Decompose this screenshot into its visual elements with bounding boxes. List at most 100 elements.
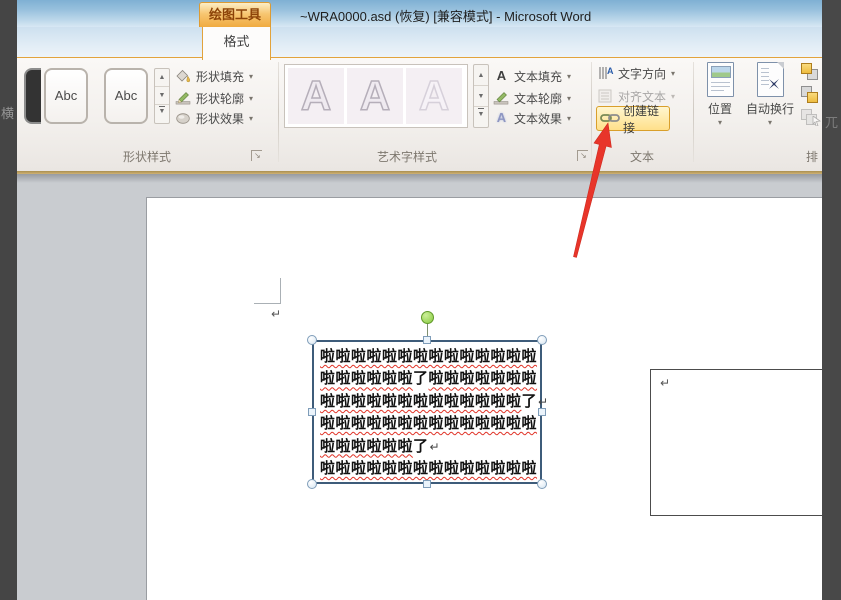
resize-handle-bottom-right[interactable] [537, 479, 547, 489]
textbox-text-run: 了 [521, 392, 538, 410]
desktop-edge-right: 兀 [822, 0, 841, 600]
document-area: ↵ 啦啦啦啦啦啦啦啦啦啦啦啦啦啦 啦啦啦啦啦啦了啦啦啦啦啦啦啦 啦啦啦啦啦啦啦啦啦啦… [17, 174, 825, 600]
dropdown-arrow-icon: ▾ [567, 71, 572, 81]
resize-handle-bottom-left[interactable] [307, 479, 317, 489]
empty-textbox[interactable]: ↵ [650, 369, 825, 516]
selection-pane-button[interactable] [798, 108, 824, 129]
position-icon [706, 62, 734, 97]
group-separator [693, 62, 694, 162]
wordart-gallery: A A A [284, 64, 468, 128]
group-label-shape-styles: 形状样式 [122, 150, 171, 164]
wrap-text-button[interactable]: 自动换行 ▾ [744, 62, 796, 127]
bring-forward-button[interactable] [798, 62, 824, 83]
shape-style-abc-2[interactable]: Abc [104, 68, 148, 124]
shape-effects-icon [175, 110, 192, 126]
align-text-icon [597, 88, 614, 104]
send-backward-button[interactable] [798, 85, 824, 106]
text-outline-button[interactable]: 文本轮廓 ▾ [493, 88, 571, 108]
svg-text:A: A [607, 66, 614, 76]
paragraph-mark: ↵ [271, 307, 282, 321]
group-separator [591, 62, 592, 162]
group-separator [278, 62, 279, 162]
group-label-wordart: 艺术字样式 [376, 150, 437, 164]
text-direction-button[interactable]: A 文字方向 ▾ [597, 63, 675, 83]
textbox-text-run: 啦啦啦啦啦啦 [320, 437, 414, 455]
textbox-line: 啦啦啦啦啦啦了↵ [320, 436, 542, 458]
wordart-gallery-scroll: ▲ ▼ ▼ [473, 64, 489, 128]
shape-fill-button[interactable]: 形状填充 ▾ [175, 66, 253, 86]
resize-handle-bottom[interactable] [423, 480, 431, 488]
resize-handle-left[interactable] [308, 408, 316, 416]
paragraph-mark: ↵ [660, 376, 671, 390]
textbox-text-run: 啦啦啦啦啦啦啦 [428, 370, 538, 388]
wordart-style-3[interactable]: A [406, 68, 462, 124]
background-glyph: 横 [1, 106, 15, 121]
create-link-button[interactable]: 创建链接 [596, 104, 670, 135]
dropdown-arrow-icon: ▾ [767, 118, 772, 127]
document-page[interactable]: ↵ 啦啦啦啦啦啦啦啦啦啦啦啦啦啦 啦啦啦啦啦啦了啦啦啦啦啦啦啦 啦啦啦啦啦啦啦啦啦啦… [146, 197, 825, 600]
shape-style-current-swatch[interactable] [24, 68, 41, 124]
ribbon-bottom-border [17, 171, 822, 174]
dropdown-arrow-icon: ▾ [567, 113, 572, 123]
dropdown-arrow-icon: ▾ [249, 93, 254, 103]
selected-textbox[interactable]: 啦啦啦啦啦啦啦啦啦啦啦啦啦啦 啦啦啦啦啦啦了啦啦啦啦啦啦啦 啦啦啦啦啦啦啦啦啦啦啦啦… [307, 311, 548, 489]
position-button[interactable]: 位置 ▾ [698, 62, 742, 127]
wordart-style-1[interactable]: A [288, 68, 344, 124]
background-glyph: 兀 [825, 115, 839, 130]
erased-watermark [593, 534, 773, 594]
textbox-text-run: 了 [413, 370, 429, 388]
ribbon-top-border [17, 57, 822, 58]
group-label-text: 文本 [629, 150, 654, 164]
gallery-up-arrow-icon[interactable]: ▲ [474, 65, 488, 86]
dropdown-arrow-icon: ▾ [671, 68, 676, 78]
word-window: { "window": { "title": "~WRA0000.asd (恢复… [0, 0, 841, 600]
window-title: ~WRA0000.asd (恢复) [兼容模式] - Microsoft Wor… [300, 9, 592, 24]
text-effects-icon: A [496, 110, 507, 125]
shape-outline-button[interactable]: 形状轮廓 ▾ [175, 88, 253, 108]
margin-crop-mark [254, 303, 281, 304]
dropdown-arrow-icon: ▾ [717, 118, 722, 127]
tab-format-active[interactable]: 格式 [202, 27, 271, 60]
textbox-line: 啦啦啦啦啦啦啦啦啦啦啦啦啦了↵ [320, 391, 548, 413]
text-fill-button[interactable]: A 文本填充 ▾ [493, 66, 571, 86]
textbox-text-run: 啦啦啦啦啦啦啦啦啦啦啦啦啦啦 [320, 348, 538, 365]
shape-style-abc-1[interactable]: Abc [44, 68, 88, 124]
textbox-text-run: 啦啦啦啦啦啦 [320, 370, 414, 388]
desktop-edge-left: 横 [0, 0, 17, 600]
resize-handle-right[interactable] [538, 408, 546, 416]
dropdown-arrow-icon: ▾ [567, 93, 572, 103]
dropdown-arrow-icon: ▾ [671, 91, 676, 101]
shape-effects-button[interactable]: 形状效果 ▾ [175, 108, 253, 128]
dropdown-arrow-icon: ▾ [249, 71, 254, 81]
text-effects-button[interactable]: A 文本效果 ▾ [493, 108, 571, 128]
textbox-text-run: 啦啦啦啦啦啦啦啦啦啦啦啦啦啦 [320, 459, 538, 477]
gallery-down-arrow-icon[interactable]: ▼ [155, 87, 169, 105]
shape-outline-icon [175, 90, 192, 106]
textbox-line: 啦啦啦啦啦啦了啦啦啦啦啦啦啦 [320, 368, 542, 390]
ribbon-shadow [17, 174, 822, 183]
textbox-line: 啦啦啦啦啦啦啦啦啦啦啦啦啦啦 [320, 458, 542, 480]
wordart-dialog-launcher[interactable]: ↘ [577, 150, 588, 161]
gallery-up-arrow-icon[interactable]: ▲ [155, 69, 169, 87]
textbox-text: 啦啦啦啦啦啦啦啦啦啦啦啦啦啦 啦啦啦啦啦啦了啦啦啦啦啦啦啦 啦啦啦啦啦啦啦啦啦啦啦啦… [320, 346, 548, 480]
ribbon-tab-row: 邮件 审阅 视图 [17, 27, 822, 77]
gallery-down-arrow-icon[interactable]: ▼ [474, 86, 488, 107]
wordart-style-2[interactable]: A [347, 68, 403, 124]
resize-handle-top[interactable] [423, 336, 431, 344]
textbox-text-run: 了 [413, 437, 429, 455]
textbox-line: 啦啦啦啦啦啦啦啦啦啦啦啦啦啦 [320, 346, 542, 368]
paragraph-mark: ↵ [538, 394, 549, 409]
gallery-more-icon[interactable]: ▼ [474, 107, 488, 125]
resize-handle-top-right[interactable] [537, 335, 547, 345]
textbox-text-run: 啦啦啦啦啦啦啦啦啦啦啦啦啦啦 [320, 415, 538, 433]
gallery-more-icon[interactable]: ▼ [155, 105, 169, 121]
shape-style-gallery-scroll: ▲ ▼ ▼ [154, 68, 170, 124]
shape-styles-dialog-launcher[interactable]: ↘ [251, 150, 262, 161]
resize-handle-top-left[interactable] [307, 335, 317, 345]
textbox-text-run: 啦啦啦啦啦啦啦啦啦啦啦啦啦 [320, 392, 522, 410]
textbox-line: 啦啦啦啦啦啦啦啦啦啦啦啦啦啦 [320, 413, 542, 435]
text-direction-icon: A [597, 65, 614, 81]
rotation-handle[interactable] [421, 311, 434, 324]
ribbon: Abc Abc ▲ ▼ ▼ 形状填充 ▾ 形状轮廓 ▾ 形状效果 ▾ 形状样式 … [17, 58, 822, 171]
text-outline-icon [493, 90, 510, 106]
